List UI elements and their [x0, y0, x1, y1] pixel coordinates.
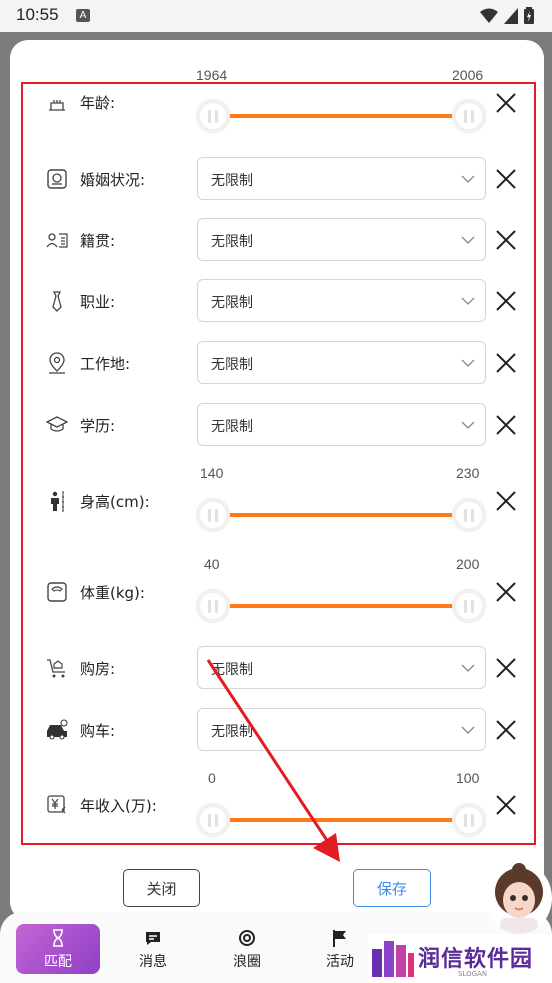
wifi-icon	[480, 8, 498, 23]
brand-watermark: 润信软件园 SLOGAN	[368, 934, 552, 983]
brand-name: 润信软件园	[418, 947, 534, 972]
close-button[interactable]: 关闭	[123, 869, 200, 907]
status-bar: 10:55 A	[0, 0, 552, 32]
annotation-highlight-box	[21, 82, 536, 845]
save-button[interactable]: 保存	[353, 869, 431, 907]
tab-match[interactable]: 匹配	[16, 924, 100, 974]
notification-icon: A	[76, 9, 90, 22]
status-indicators	[480, 7, 534, 24]
message-icon	[146, 932, 160, 945]
flag-icon	[333, 930, 346, 947]
tab-circle[interactable]: 浪圈	[205, 924, 289, 974]
brand-logo-icon	[372, 941, 414, 977]
avatar	[486, 862, 552, 934]
battery-icon	[524, 7, 534, 24]
hourglass-icon	[53, 929, 63, 947]
tab-messages[interactable]: 消息	[111, 924, 195, 974]
slider-min-label: 1964	[196, 67, 228, 83]
status-time: 10:55	[16, 5, 59, 24]
tab-label: 活动	[326, 954, 354, 970]
slider-max-label: 2006	[452, 67, 484, 83]
girl-avatar-image	[486, 862, 552, 934]
tab-label: 消息	[139, 954, 167, 970]
signal-icon	[504, 7, 518, 24]
circle-swirl-icon	[239, 930, 255, 946]
tab-label: 匹配	[44, 954, 72, 970]
tab-label: 浪圈	[233, 954, 261, 970]
brand-slogan: SLOGAN	[458, 970, 488, 978]
